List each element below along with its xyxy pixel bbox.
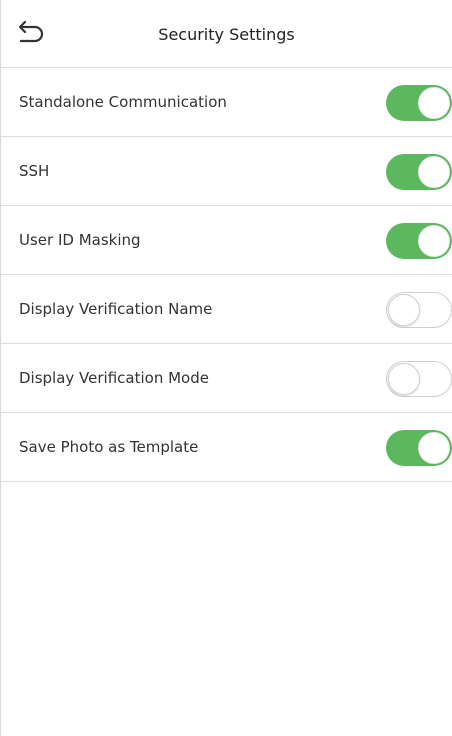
toggle-knob: [418, 87, 450, 119]
setting-label: Display Verification Mode: [19, 369, 209, 387]
security-settings-screen: Security Settings Standalone Communicati…: [0, 0, 452, 736]
display-verification-mode-toggle[interactable]: [386, 361, 452, 397]
toggle-knob: [418, 156, 450, 188]
toggle-knob: [418, 225, 450, 257]
setting-row-standalone-communication: Standalone Communication: [1, 68, 452, 137]
display-verification-name-toggle[interactable]: [386, 292, 452, 328]
setting-label: Display Verification Name: [19, 300, 213, 318]
setting-label: User ID Masking: [19, 231, 141, 249]
standalone-communication-toggle[interactable]: [386, 85, 452, 121]
ssh-toggle[interactable]: [386, 154, 452, 190]
setting-row-user-id-masking: User ID Masking: [1, 206, 452, 275]
toggle-knob: [418, 432, 450, 464]
setting-label: Save Photo as Template: [19, 438, 199, 456]
user-id-masking-toggle[interactable]: [386, 223, 452, 259]
save-photo-as-template-toggle[interactable]: [386, 430, 452, 466]
header-bar: Security Settings: [1, 0, 452, 68]
setting-label: Standalone Communication: [19, 93, 227, 111]
toggle-knob: [388, 363, 420, 395]
setting-label: SSH: [19, 162, 50, 180]
setting-row-save-photo-as-template: Save Photo as Template: [1, 413, 452, 482]
page-title: Security Settings: [158, 25, 295, 44]
setting-row-ssh: SSH: [1, 137, 452, 206]
setting-row-display-verification-name: Display Verification Name: [1, 275, 452, 344]
settings-list: Standalone Communication SSH User ID Mas…: [1, 68, 452, 482]
toggle-knob: [388, 294, 420, 326]
setting-row-display-verification-mode: Display Verification Mode: [1, 344, 452, 413]
